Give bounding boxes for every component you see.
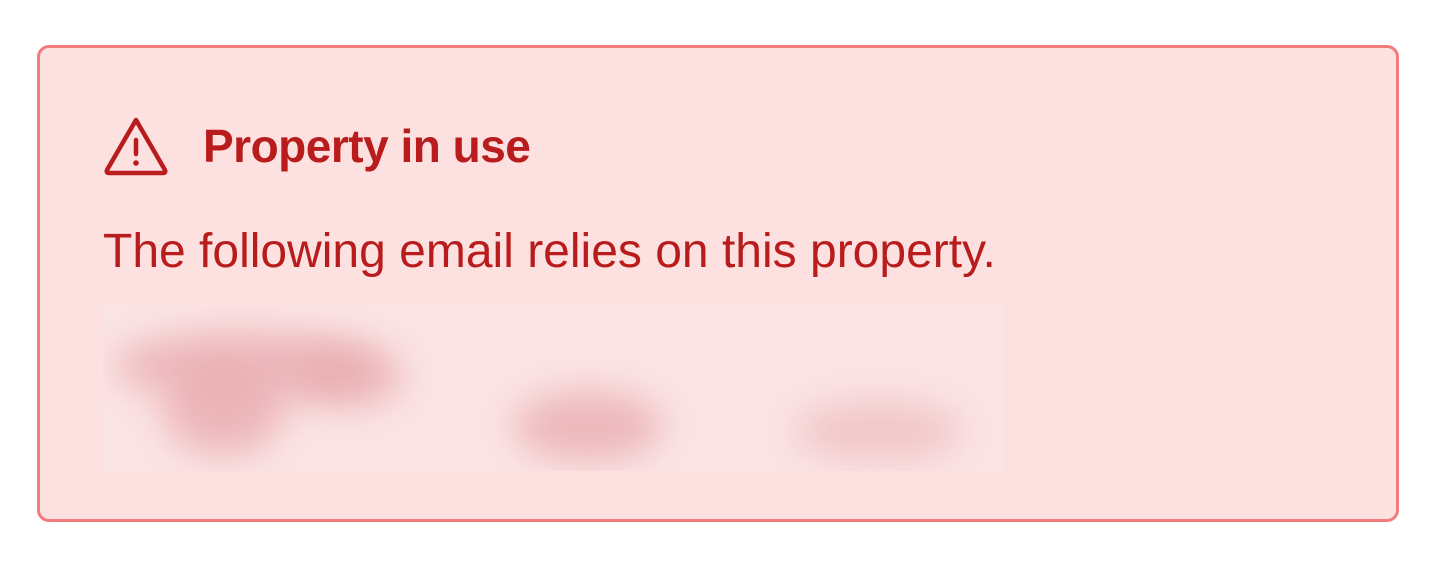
alert-title: Property in use [203,120,531,172]
property-in-use-alert: Property in use The following email reli… [37,45,1399,522]
warning-triangle-icon [103,116,169,176]
redacted-email-list [103,306,1003,471]
alert-message: The following email relies on this prope… [103,225,996,278]
alert-header: Property in use [103,116,531,176]
